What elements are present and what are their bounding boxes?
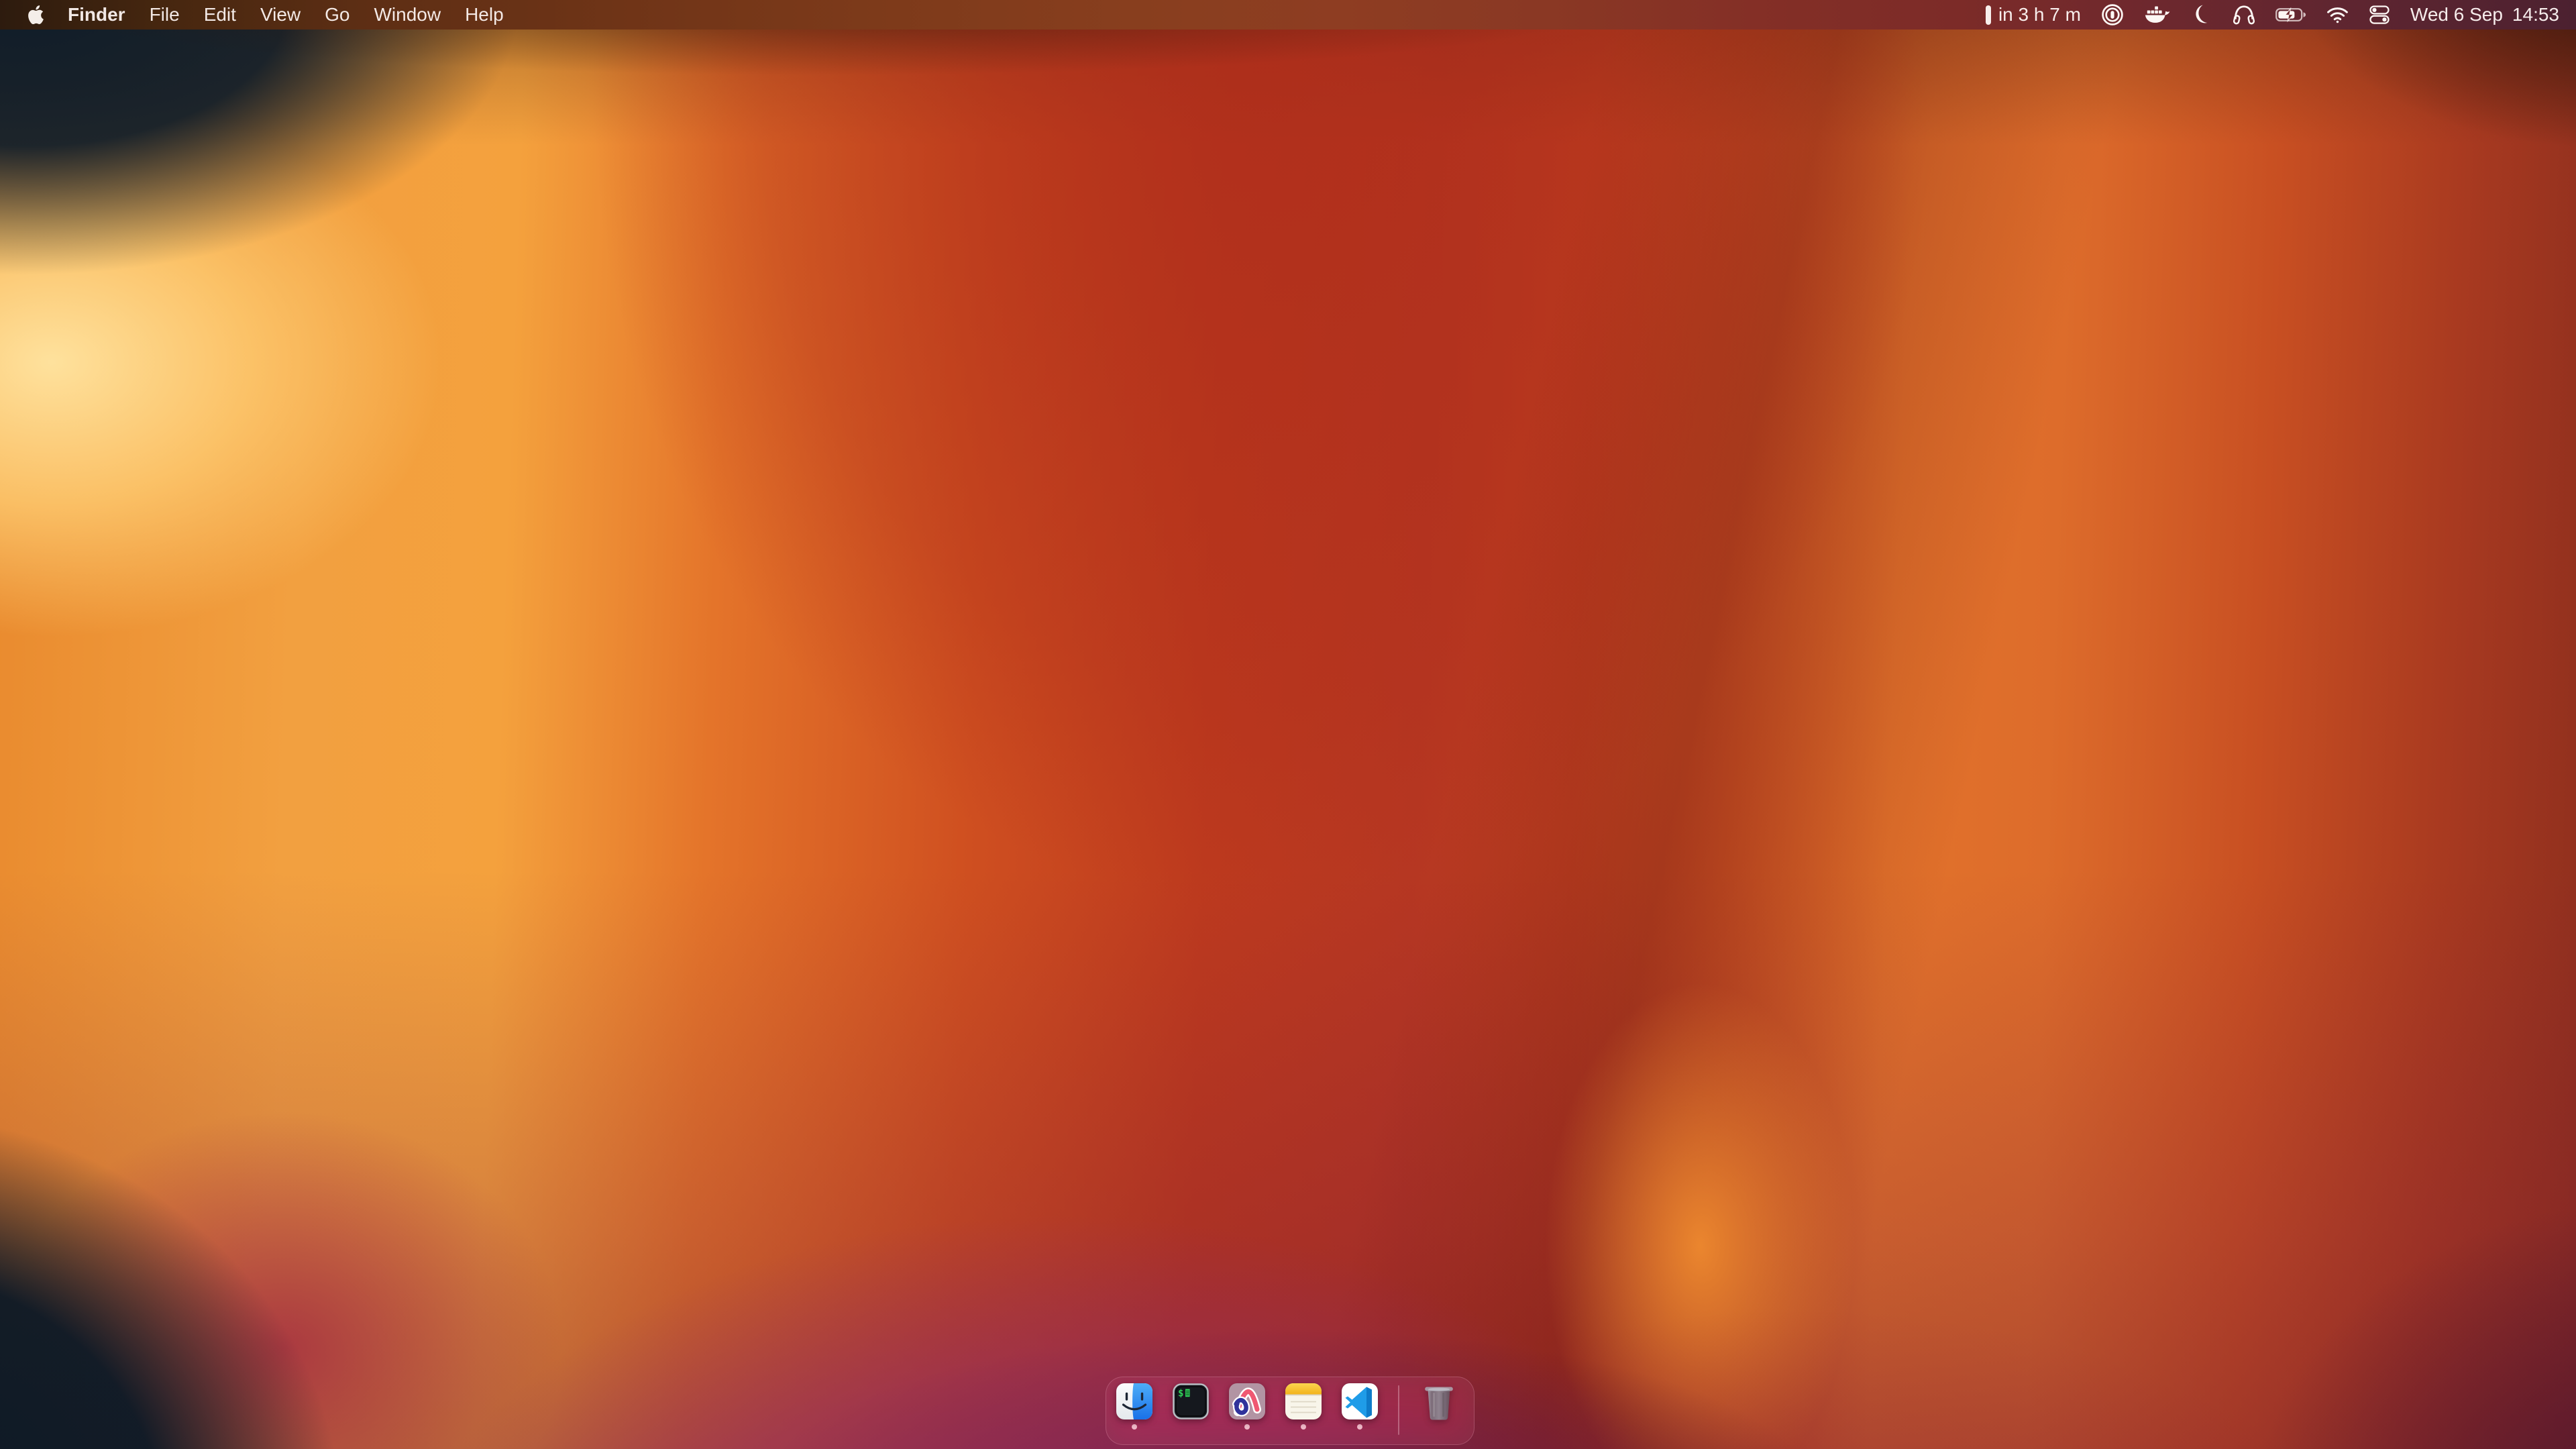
timer-pill-icon: [1986, 5, 1991, 25]
menu-bar-status: in 3 h 7 m: [1986, 3, 2559, 26]
dock-item-vscode[interactable]: [1342, 1383, 1378, 1430]
status-1password[interactable]: [2101, 3, 2124, 26]
timer-text: in 3 h 7 m: [1998, 4, 2081, 25]
dock-item-trash[interactable]: [1419, 1383, 1458, 1421]
status-control-center[interactable]: [2369, 5, 2390, 25]
running-indicator: [1244, 1424, 1250, 1430]
status-clock[interactable]: Wed 6 Sep 14:53: [2410, 4, 2559, 25]
status-docker[interactable]: [2144, 5, 2171, 25]
status-wifi[interactable]: [2326, 6, 2349, 23]
one-password-icon: [2101, 3, 2124, 26]
menu-edit[interactable]: Edit: [204, 0, 236, 30]
dock-item-notes[interactable]: [1285, 1383, 1322, 1430]
app-a-icon: [1229, 1383, 1265, 1419]
status-headphones[interactable]: [2233, 4, 2255, 25]
focus-moon-icon: [2191, 4, 2212, 25]
dock-separator: [1398, 1385, 1399, 1435]
status-focus[interactable]: [2191, 4, 2212, 25]
menu-go[interactable]: Go: [325, 0, 350, 30]
clock-date: Wed 6 Sep: [2410, 4, 2503, 25]
status-battery[interactable]: [2275, 7, 2306, 22]
headphones-icon: [2233, 4, 2255, 25]
apple-logo-icon: [28, 5, 44, 24]
running-indicator: [1132, 1424, 1137, 1430]
notes-icon: [1285, 1383, 1322, 1419]
trash-icon: [1419, 1383, 1458, 1421]
running-indicator: [1357, 1424, 1362, 1430]
dock-item-app-a[interactable]: [1229, 1383, 1265, 1430]
menu-window[interactable]: Window: [374, 0, 441, 30]
running-indicator: [1301, 1424, 1306, 1430]
menu-bar-left: Finder File Edit View Go Window Help: [28, 0, 504, 30]
finder-icon: [1116, 1383, 1152, 1419]
dock-item-finder[interactable]: [1116, 1383, 1152, 1430]
status-timer[interactable]: in 3 h 7 m: [1986, 4, 2081, 25]
menu-view[interactable]: View: [260, 0, 301, 30]
svg-text:$: $: [1178, 1389, 1183, 1399]
menu-bar: Finder File Edit View Go Window Help in …: [0, 0, 2576, 30]
clock-time: 14:53: [2512, 4, 2559, 25]
dock-item-terminal[interactable]: $: [1173, 1383, 1209, 1430]
vscode-icon: [1342, 1383, 1378, 1419]
dock: $: [1106, 1377, 1474, 1445]
apple-menu[interactable]: [28, 5, 44, 24]
desktop-wallpaper: [0, 0, 2576, 1449]
battery-charging-icon: [2275, 7, 2306, 22]
menu-finder[interactable]: Finder: [68, 0, 125, 30]
desktop: Finder File Edit View Go Window Help in …: [0, 0, 2576, 1449]
wifi-icon: [2326, 6, 2349, 23]
menu-help[interactable]: Help: [465, 0, 504, 30]
control-center-icon: [2369, 5, 2390, 25]
docker-icon: [2144, 5, 2171, 25]
terminal-icon: $: [1173, 1383, 1209, 1419]
menu-file[interactable]: File: [150, 0, 180, 30]
